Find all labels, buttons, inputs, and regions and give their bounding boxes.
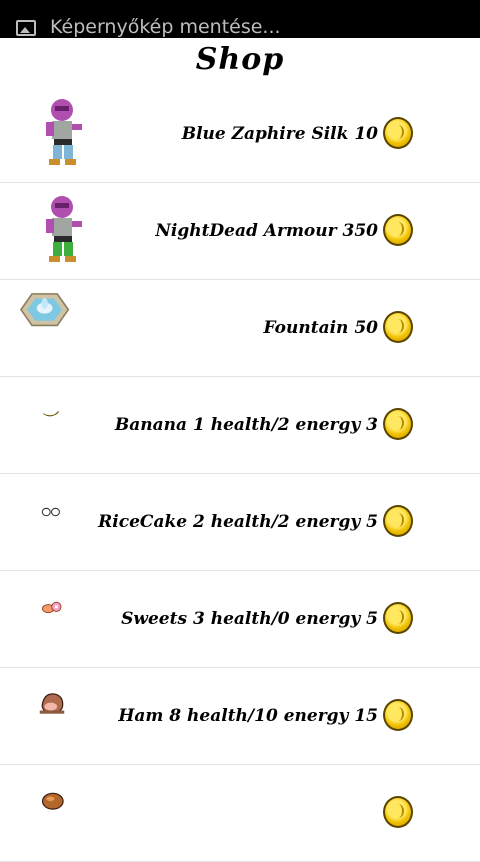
notification-text: Képernyőkép mentése... (50, 16, 281, 38)
shop-item-sweets[interactable]: Sweets 3 health/0 energy 5 (0, 571, 480, 668)
shop-item-nightdead-armour[interactable]: NightDead Armour 350 (0, 183, 480, 280)
ham-sprite (39, 693, 65, 714)
gold-coin-icon (383, 311, 413, 343)
image-icon (16, 20, 36, 36)
shop-item-blue-zaphire-silk[interactable]: Blue Zaphire Silk 10 (0, 86, 480, 183)
gold-coin-icon (383, 214, 413, 246)
item-label: Sweets 3 health/0 energy 5 (121, 609, 378, 629)
gold-coin-icon (383, 699, 413, 731)
meat-sprite (41, 792, 64, 810)
status-bar: Képernyőkép mentése... (0, 0, 480, 38)
page-title: Shop (195, 42, 285, 77)
gold-coin-icon (383, 505, 413, 537)
shop-item-ham[interactable]: Ham 8 health/10 energy 15 (0, 668, 480, 765)
sweets-sprite (42, 601, 62, 614)
shop-item-fountain[interactable]: Fountain 50 (0, 280, 480, 377)
item-label: NightDead Armour 350 (155, 221, 378, 241)
gold-coin-icon (383, 117, 413, 149)
gold-coin-icon (383, 602, 413, 634)
item-label: Fountain 50 (263, 318, 378, 338)
banana-sprite (43, 411, 60, 417)
shop-item-ricecake[interactable]: RiceCake 2 health/2 energy 5 (0, 474, 480, 571)
shop-list: Blue Zaphire Silk 10 NightDead Armour 35… (0, 86, 480, 862)
character-armour-sprite (46, 196, 82, 262)
item-label: Ham 8 health/10 energy 15 (118, 706, 378, 726)
character-blue-silk-sprite (46, 99, 82, 165)
item-label: Banana 1 health/2 energy 3 (114, 415, 378, 435)
ricecake-sprite (41, 507, 60, 517)
gold-coin-icon (383, 796, 413, 828)
gold-coin-icon (383, 408, 413, 440)
fountain-sprite (19, 293, 70, 327)
shop-item-banana[interactable]: Banana 1 health/2 energy 3 (0, 377, 480, 474)
item-label: Blue Zaphire Silk 10 (181, 124, 378, 144)
item-label: RiceCake 2 health/2 energy 5 (98, 512, 378, 532)
shop-item-partial[interactable] (0, 765, 480, 862)
